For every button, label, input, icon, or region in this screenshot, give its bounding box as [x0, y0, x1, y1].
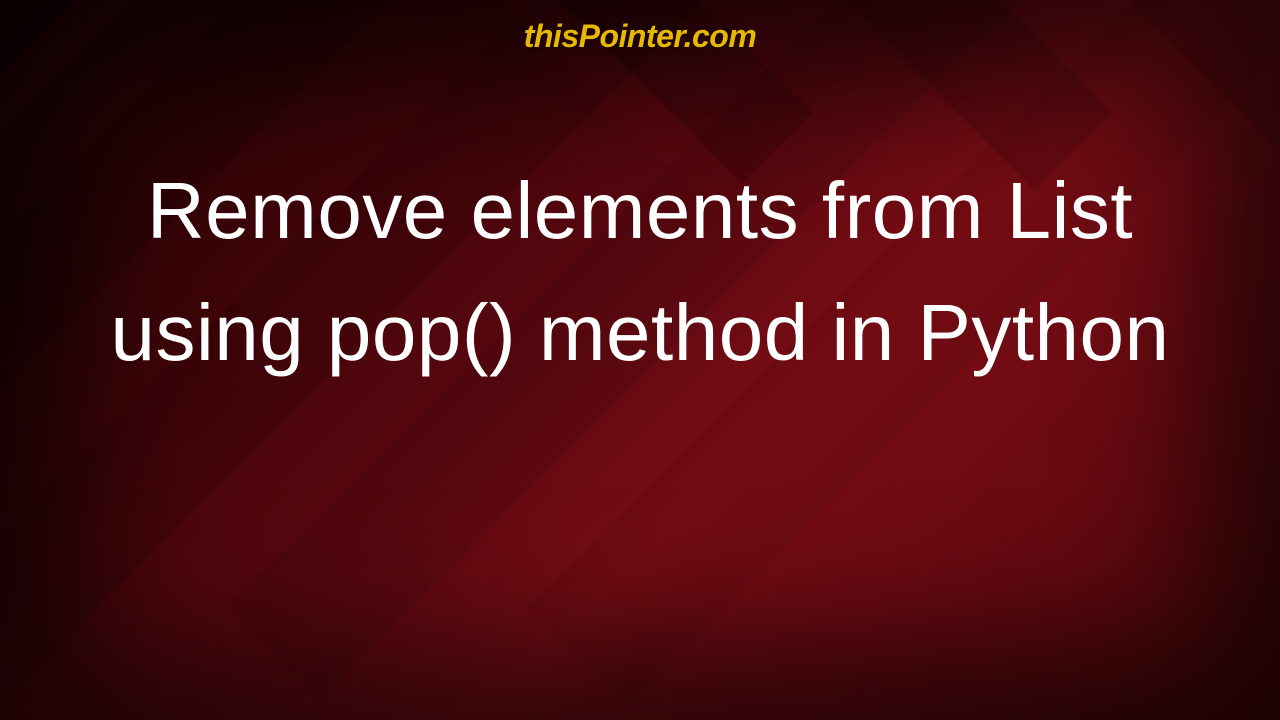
article-title: Remove elements from List using pop() me…: [0, 150, 1280, 393]
brand-logo-text: thisPointer.com: [524, 18, 757, 55]
content-container: thisPointer.com Remove elements from Lis…: [0, 0, 1280, 720]
